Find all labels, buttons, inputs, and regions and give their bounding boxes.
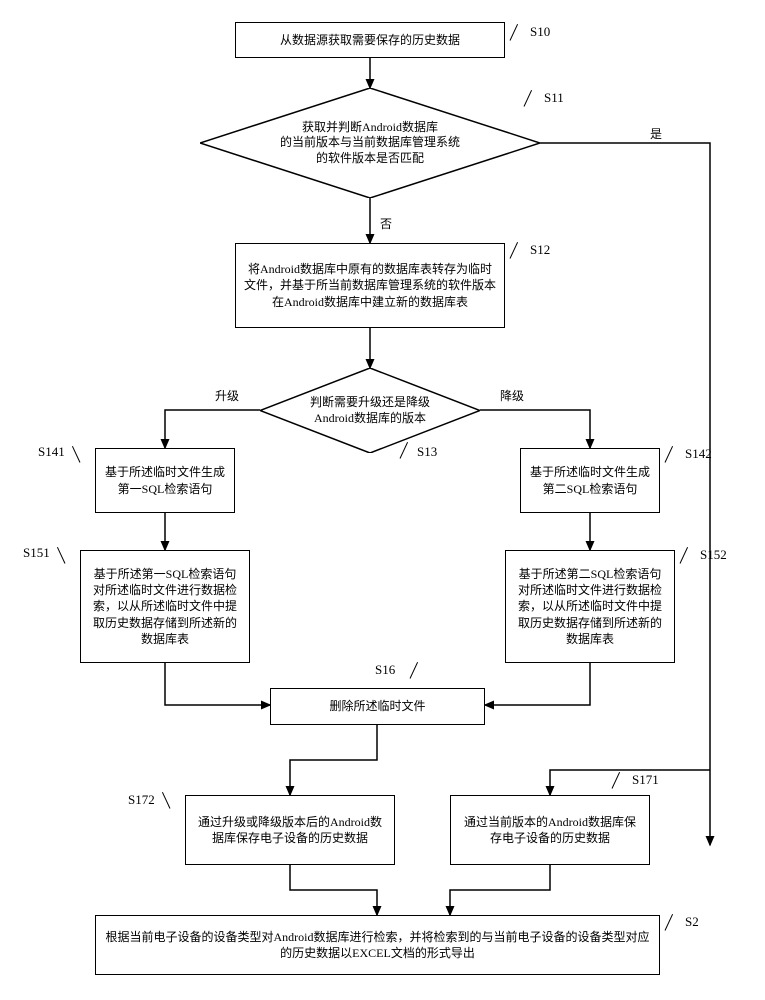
node-text: 从数据源获取需要保存的历史数据: [280, 32, 460, 48]
edge-label-upgrade: 升级: [215, 387, 239, 404]
edge-label-yes: 是: [650, 125, 662, 142]
step-label-s11: S11: [544, 90, 564, 106]
node-s171: 通过当前版本的Android数据库保存电子设备的历史数据: [450, 795, 650, 865]
node-text: 基于所述临时文件生成第二SQL检索语句: [529, 464, 651, 496]
step-label-s172: S172: [128, 792, 155, 808]
node-text: 获取并判断Android数据库的当前版本与当前数据库管理系统的软件版本是否匹配: [250, 120, 490, 167]
step-label-s171: S171: [632, 772, 659, 788]
flowchart-canvas: 从数据源获取需要保存的历史数据 S10 获取并判断Android数据库的当前版本…: [10, 10, 755, 990]
step-label-s12: S12: [530, 242, 550, 258]
node-s152: 基于所述第二SQL检索语句对所述临时文件进行数据检索，以从所述临时文件中提取历史…: [505, 550, 675, 663]
node-s13: 判断需要升级还是降级Android数据库的版本: [260, 368, 480, 453]
step-label-s151: S151: [23, 545, 50, 561]
step-label-s10: S10: [530, 24, 550, 40]
step-label-s142: S142: [685, 446, 712, 462]
node-text: 将Android数据库中原有的数据库表转存为临时文件，并基于所当前数据库管理系统…: [244, 261, 496, 310]
node-s16: 删除所述临时文件: [270, 688, 485, 725]
step-label-s13: S13: [417, 444, 437, 460]
node-text: 基于所述第一SQL检索语句对所述临时文件进行数据检索，以从所述临时文件中提取历史…: [89, 566, 241, 647]
node-text: 通过当前版本的Android数据库保存电子设备的历史数据: [459, 814, 641, 846]
step-label-s2: S2: [685, 914, 699, 930]
node-text: 删除所述临时文件: [329, 698, 425, 714]
node-s142: 基于所述临时文件生成第二SQL检索语句: [520, 448, 660, 513]
node-s2: 根据当前电子设备的设备类型对Android数据库进行检索，并将检索到的与当前电子…: [95, 915, 660, 975]
edge-label-no: 否: [380, 215, 392, 232]
node-text: 基于所述第二SQL检索语句对所述临时文件进行数据检索，以从所述临时文件中提取历史…: [514, 566, 666, 647]
step-label-s152: S152: [700, 547, 727, 563]
node-text: 根据当前电子设备的设备类型对Android数据库进行检索，并将检索到的与当前电子…: [104, 929, 651, 961]
node-s172: 通过升级或降级版本后的Android数据库保存电子设备的历史数据: [185, 795, 395, 865]
node-s151: 基于所述第一SQL检索语句对所述临时文件进行数据检索，以从所述临时文件中提取历史…: [80, 550, 250, 663]
node-s12: 将Android数据库中原有的数据库表转存为临时文件，并基于所当前数据库管理系统…: [235, 243, 505, 328]
edge-label-downgrade: 降级: [500, 387, 524, 404]
step-label-s141: S141: [38, 444, 65, 460]
node-text: 判断需要升级还是降级Android数据库的版本: [288, 395, 452, 426]
node-text: 基于所述临时文件生成第一SQL检索语句: [104, 464, 226, 496]
node-s141: 基于所述临时文件生成第一SQL检索语句: [95, 448, 235, 513]
step-label-s16: S16: [375, 662, 395, 678]
node-s10: 从数据源获取需要保存的历史数据: [235, 22, 505, 58]
node-s11: 获取并判断Android数据库的当前版本与当前数据库管理系统的软件版本是否匹配: [200, 88, 540, 198]
node-text: 通过升级或降级版本后的Android数据库保存电子设备的历史数据: [194, 814, 386, 846]
